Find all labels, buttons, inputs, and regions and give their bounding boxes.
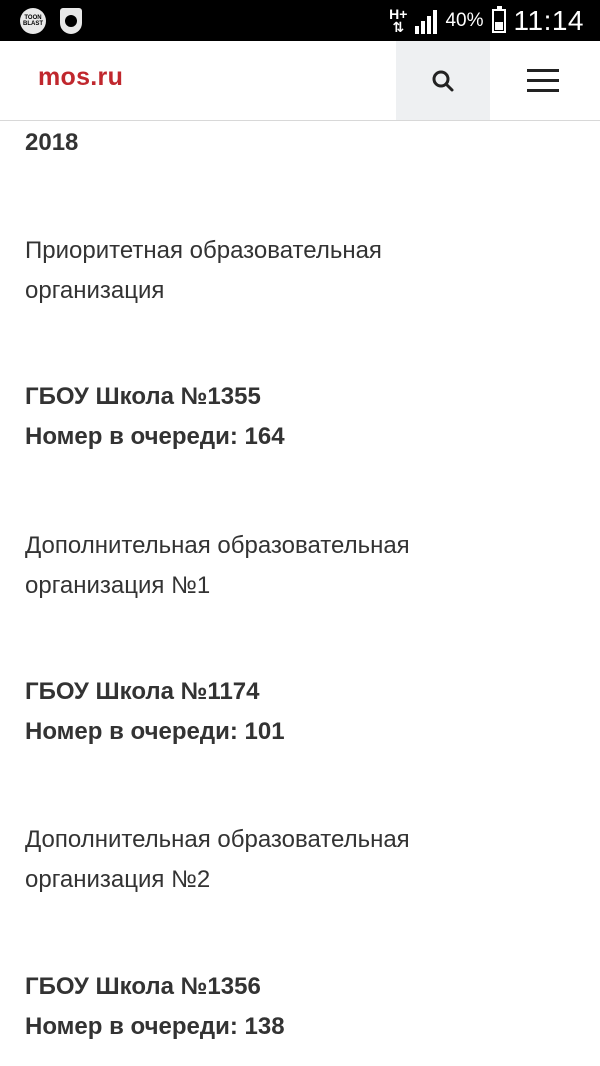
data-arrows-icon: ⇅: [392, 18, 405, 35]
toon-badge-label: TOON BLAST: [23, 15, 43, 27]
system-indicators: H+ ⇅ 40% 11:14: [389, 4, 584, 37]
school2-queue-number: Номер в очереди: 101: [25, 718, 285, 745]
school2-name: ГБОУ Школа №1174: [25, 678, 260, 705]
priority-org-label-line2: организация: [25, 277, 165, 304]
battery-icon: [491, 5, 506, 33]
signal-strength-icon: [415, 8, 438, 34]
notification-icons: TOON BLAST: [20, 8, 82, 34]
status-bar: TOON BLAST H+ ⇅ 40% 11:14: [0, 0, 600, 41]
extra-org-2-label-line1: Дополнительная образовательная: [25, 826, 410, 853]
search-icon: [432, 70, 454, 91]
priority-org-label-line1: Приоритетная образовательная: [25, 237, 382, 264]
school1-queue-number: Номер в очереди: 164: [25, 423, 285, 450]
site-header: mos.ru: [0, 41, 600, 121]
school1-name: ГБОУ Школа №1355: [25, 383, 261, 410]
search-button[interactable]: [396, 41, 490, 120]
school3-queue-number: Номер в очереди: 138: [25, 1013, 285, 1040]
extra-org-2-label-line2: организация №2: [25, 866, 211, 893]
site-logo[interactable]: mos.ru: [38, 63, 123, 92]
extra-org-1-label-line1: Дополнительная образовательная: [25, 532, 410, 559]
hamburger-menu-icon: [527, 68, 559, 92]
battery-percent: 40%: [445, 9, 484, 31]
toon-blast-app-icon: TOON BLAST: [20, 8, 46, 34]
drweb-shield-icon: [60, 8, 82, 34]
school3-name: ГБОУ Школа №1356: [25, 973, 261, 1000]
battery-level-fill: [494, 21, 503, 30]
menu-button[interactable]: [502, 41, 584, 120]
extra-org-1-label-line2: организация №1: [25, 572, 211, 599]
clock: 11:14: [513, 4, 584, 36]
network-type-indicator: H+ ⇅: [389, 7, 407, 35]
application-year: 2018: [25, 129, 79, 156]
